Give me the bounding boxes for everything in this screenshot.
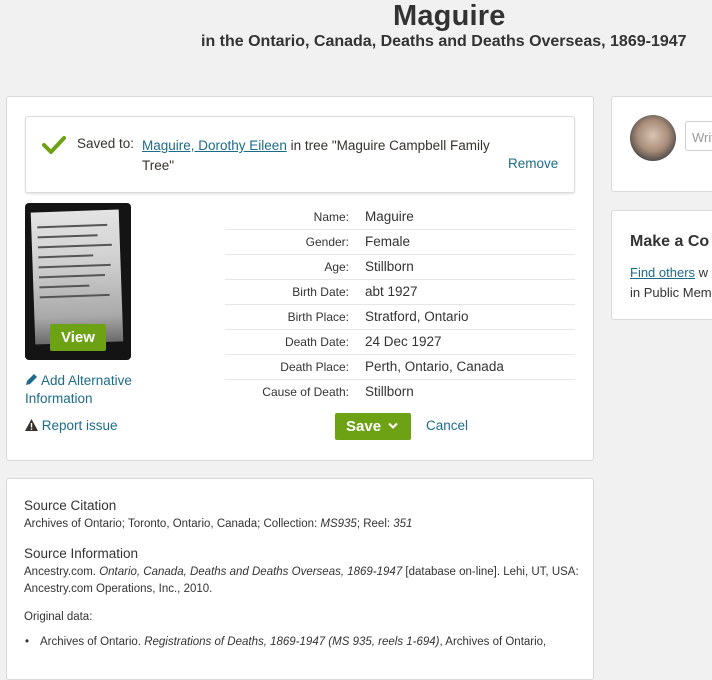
collection-subtitle: in the Ontario, Canada, Deaths and Death… [201,33,687,50]
fact-value: Perth, Ontario, Canada [365,359,504,374]
saved-description: Maguire, Dorothy Eileen in tree "Maguire… [142,136,502,176]
fact-row: Birth Place: Stratford, Ontario [225,305,575,330]
fact-label: Birth Date: [292,285,349,299]
saved-label: Saved to: [77,136,135,151]
source-info-heading: Source Information [24,546,139,561]
page-title: Maguire [393,0,506,32]
pencil-icon [25,373,41,388]
report-issue-link[interactable]: Report issue [25,418,118,433]
chevron-down-icon [385,418,398,435]
add-alternative-label: Add Alternative Information [25,373,132,406]
connect-card: Make a Co Find others w in Public Mem [611,210,712,320]
remove-link[interactable]: Remove [508,156,558,171]
connect-heading: Make a Co [630,233,710,250]
original-data-heading: Original data: [24,611,93,623]
comment-input[interactable]: Write [685,121,712,151]
report-issue-label: Report issue [41,418,118,433]
checkmark-icon [42,135,66,160]
fact-value: Stillborn [365,384,414,399]
fact-row: Birth Date: abt 1927 [225,280,575,305]
find-others-link[interactable]: Find others [630,265,695,280]
fact-row: Gender: Female [225,230,575,255]
fact-label: Name: [313,210,349,224]
record-image-thumbnail[interactable]: View [25,203,131,360]
saved-person-link[interactable]: Maguire, Dorothy Eileen [142,138,287,153]
comment-card: Write [611,96,712,192]
fact-value: abt 1927 [365,284,418,299]
fact-value: Stillborn [365,259,414,274]
source-citation-text: Archives of Ontario; Toronto, Ontario, C… [24,518,413,530]
fact-value: 24 Dec 1927 [365,334,442,349]
cancel-link[interactable]: Cancel [426,418,468,433]
warning-icon [25,418,42,433]
fact-label: Death Place: [280,360,349,374]
source-info-text: Ancestry.com. Ontario, Canada, Deaths an… [24,566,579,595]
fact-value: Female [365,234,411,249]
source-citation-heading: Source Citation [24,498,117,513]
fact-value: Stratford, Ontario [365,309,469,324]
avatar [630,115,676,161]
facts-table: Name: Maguire Gender: Female Age: Stillborn… [225,205,575,404]
record-card: Saved to: Maguire, Dorothy Eileen in tre… [6,96,594,461]
save-label: Save [346,418,382,435]
save-button[interactable]: Save [335,413,411,440]
fact-label: Birth Place: [287,310,349,324]
citation-card: Source Citation Archives of Ontario; Tor… [6,478,594,680]
fact-row: Cause of Death: Stillborn [225,380,575,404]
fact-label: Cause of Death: [262,385,349,399]
connect-text: Find others w in Public Mem [630,265,712,300]
fact-label: Age: [324,260,349,274]
fact-row: Age: Stillborn [225,255,575,280]
add-alternative-info-link[interactable]: Add Alternative Information [25,372,155,408]
saved-banner: Saved to: Maguire, Dorothy Eileen in tre… [25,116,575,193]
fact-row: Name: Maguire [225,205,575,230]
fact-label: Gender: [305,235,349,249]
view-image-button[interactable]: View [50,324,106,351]
fact-value: Maguire [365,209,414,224]
fact-label: Death Date: [284,335,349,349]
original-data-item: • Archives of Ontario. Registrations of D… [25,636,547,648]
fact-row: Death Place: Perth, Ontario, Canada [225,355,575,380]
fact-row: Death Date: 24 Dec 1927 [225,330,575,355]
